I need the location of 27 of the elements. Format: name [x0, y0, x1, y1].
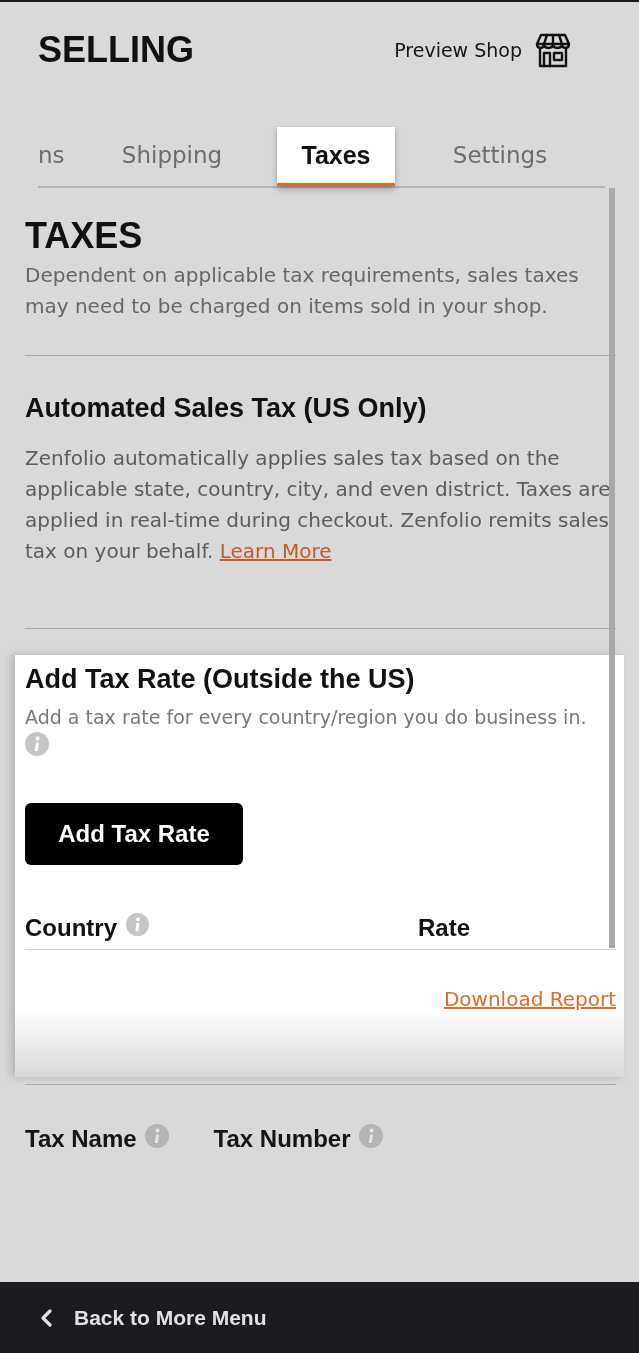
learn-more-link[interactable]: Learn More: [219, 539, 332, 563]
info-icon[interactable]: [144, 1124, 169, 1148]
tab[interactable]: Shipping: [97, 127, 247, 186]
info-icon[interactable]: [358, 1124, 383, 1148]
back-button[interactable]: Back to More Menu: [40, 1305, 267, 1330]
tab[interactable]: Taxes: [277, 127, 395, 186]
tab[interactable]: Settings: [428, 127, 572, 186]
section-description: Add a tax rate for every country/region you do business in.: [25, 705, 588, 730]
page-title: SELLING: [38, 30, 194, 70]
chevron-left-icon: [40, 1308, 52, 1327]
preview-shop-link[interactable]: Preview Shop: [394, 32, 571, 68]
column-header: Rate: [418, 913, 471, 943]
tab[interactable]: ns: [38, 127, 89, 186]
info-icon[interactable]: [126, 913, 149, 936]
info-icon[interactable]: [25, 732, 49, 756]
column-header: Country: [25, 913, 117, 943]
field-label: Tax Name: [25, 1124, 137, 1154]
field-label: Tax Number: [213, 1124, 351, 1154]
store-icon: [535, 32, 571, 68]
section-description: Zenfolio automatically applies sales tax based on the applicable state, country, city, and even district. Taxes are applied in real-time during checkout. Zenfolio remits sales tax on your behalf. Learn More: [25, 445, 612, 565]
section-title: TAXES: [25, 216, 144, 256]
section-description: Dependent on applicable tax requirements, sales taxes may need to be charged on items sold in your shop.: [25, 262, 580, 320]
section-title: Add Tax Rate (Outside the US): [25, 663, 416, 695]
download-report-link[interactable]: Download Report: [443, 985, 616, 1013]
section-title: Automated Sales Tax (US Only): [25, 392, 428, 424]
add-tax-rate-button[interactable]: Add Tax Rate: [25, 803, 243, 865]
scrollbar[interactable]: [609, 188, 615, 948]
